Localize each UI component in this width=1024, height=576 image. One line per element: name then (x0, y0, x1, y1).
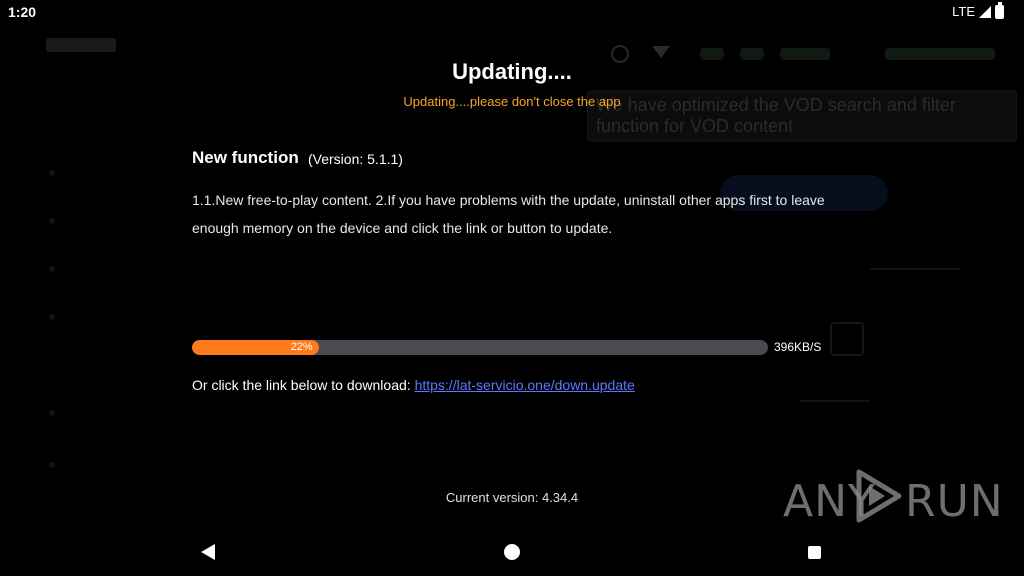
status-indicators: LTE (952, 1, 1004, 19)
background-list-dot (49, 314, 55, 320)
background-list-dot (49, 218, 55, 224)
update-description: 1.1.New free-to-play content. 2.If you h… (192, 192, 825, 236)
background-filter-icon (652, 46, 670, 58)
background-list-dot (49, 462, 55, 468)
new-function-heading: New function (192, 148, 299, 167)
recent-apps-icon (807, 545, 821, 559)
network-type: LTE (952, 4, 975, 19)
recent-apps-button[interactable] (800, 538, 828, 566)
background-line (870, 268, 960, 270)
background-line (800, 400, 870, 402)
background-list-dot (49, 266, 55, 272)
status-time: 1:20 (8, 4, 37, 20)
background-list-dot (49, 410, 55, 416)
download-speed: 396KB/S (774, 340, 822, 354)
update-subtitle: Updating....please don't close the app (403, 94, 621, 109)
download-link[interactable]: https://lat-servicio.one/down.update (415, 377, 635, 393)
back-icon (201, 544, 215, 560)
background-list-dot (49, 170, 55, 176)
anyrun-watermark: ANY RUN (783, 466, 1003, 527)
background-logo (46, 38, 116, 52)
navigation-bar (0, 528, 1024, 576)
download-link-row: Or click the link below to download: htt… (192, 377, 635, 393)
home-button[interactable] (498, 538, 526, 566)
download-progress-bar: 22% (192, 340, 768, 355)
watermark-text-run: RUN (905, 476, 1004, 527)
download-progress-percent: 22% (290, 341, 313, 353)
download-prompt: Or click the link below to download: (192, 377, 411, 393)
screen: We have optimized the VOD search and fil… (0, 0, 1024, 576)
home-icon (504, 544, 520, 560)
play-logo-icon (856, 469, 902, 523)
back-button[interactable] (194, 538, 222, 566)
update-title: Updating.... (452, 59, 572, 84)
version-label: (Version: 5.1.1) (308, 151, 403, 167)
signal-icon (979, 5, 991, 18)
battery-icon (995, 1, 1004, 19)
background-box-icon (830, 322, 864, 356)
